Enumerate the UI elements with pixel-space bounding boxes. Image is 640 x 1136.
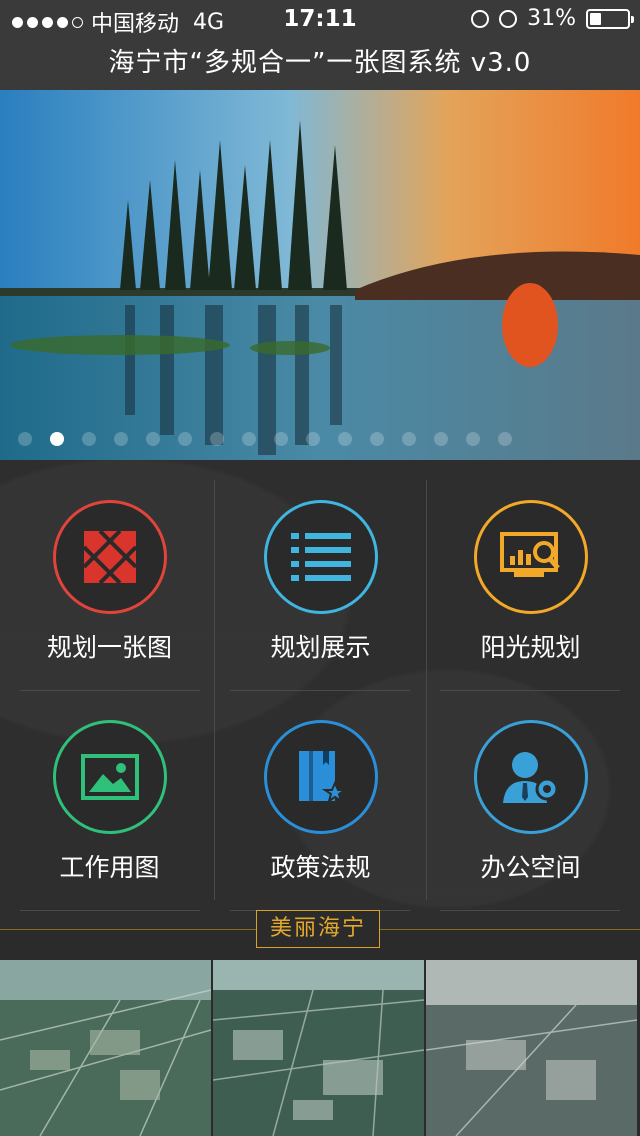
- carousel-dot[interactable]: [338, 432, 352, 446]
- carousel-dot[interactable]: [50, 432, 64, 446]
- top-bar: 中国移动 4G 17:11 31% 海宁市“多规合一”一张图系统 v3.0: [0, 0, 640, 90]
- menu-item-planning-map[interactable]: 规划一张图: [3, 460, 216, 680]
- menu-item-office-space[interactable]: 办公空间: [424, 680, 637, 900]
- carousel-dot[interactable]: [82, 432, 96, 446]
- monitor-search-icon: [473, 500, 588, 614]
- battery-icon: [586, 8, 634, 29]
- grid-divider: [20, 910, 200, 911]
- section-title: 美丽海宁: [256, 910, 380, 948]
- carousel-dot[interactable]: [18, 432, 32, 446]
- menu-item-label: 规划展示: [270, 633, 371, 662]
- menu-grid: 规划一张图 规划展示 阳光规划 工作用图 政策法规 办公空间: [0, 460, 640, 930]
- carousel-dot[interactable]: [146, 432, 160, 446]
- menu-item-label: 工作用图: [59, 853, 160, 882]
- banner-carousel[interactable]: [0, 90, 640, 460]
- battery-percent: 31%: [527, 6, 576, 31]
- rotation-lock-icon: [471, 9, 490, 28]
- grid-divider: [440, 910, 620, 911]
- carousel-dot[interactable]: [242, 432, 256, 446]
- alarm-icon: [499, 9, 518, 28]
- carousel-dot[interactable]: [210, 432, 224, 446]
- list-icon: [263, 500, 378, 614]
- image-icon: [52, 720, 167, 834]
- carousel-dot[interactable]: [370, 432, 384, 446]
- page-title: 海宁市“多规合一”一张图系统 v3.0: [108, 48, 532, 78]
- book-star-icon: [263, 720, 378, 834]
- carousel-dot[interactable]: [178, 432, 192, 446]
- gallery-thumbnail[interactable]: [213, 960, 424, 1136]
- carousel-dot[interactable]: [402, 432, 416, 446]
- banner-image: [0, 90, 640, 460]
- carousel-dot[interactable]: [274, 432, 288, 446]
- carousel-dot[interactable]: [306, 432, 320, 446]
- menu-item-policies[interactable]: 政策法规: [214, 680, 427, 900]
- menu-item-label: 政策法规: [270, 853, 371, 882]
- gallery-thumbnail[interactable]: [0, 960, 211, 1136]
- menu-item-label: 规划一张图: [46, 633, 172, 662]
- gallery-strip[interactable]: [0, 960, 640, 1136]
- map-grid-icon: [52, 500, 167, 614]
- carousel-dot[interactable]: [498, 432, 512, 446]
- menu-item-work-maps[interactable]: 工作用图: [3, 680, 216, 900]
- menu-item-sunshine-planning[interactable]: 阳光规划: [424, 460, 637, 680]
- carousel-dot[interactable]: [466, 432, 480, 446]
- gallery-thumbnail[interactable]: [426, 960, 637, 1136]
- carousel-pager[interactable]: [18, 432, 512, 446]
- user-gear-icon: [473, 720, 588, 834]
- carousel-dot[interactable]: [434, 432, 448, 446]
- menu-item-planning-display[interactable]: 规划展示: [214, 460, 427, 680]
- menu-item-label: 阳光规划: [480, 633, 581, 662]
- status-bar: 中国移动 4G 17:11 31%: [0, 0, 640, 40]
- carousel-dot[interactable]: [114, 432, 128, 446]
- menu-item-label: 办公空间: [480, 853, 581, 882]
